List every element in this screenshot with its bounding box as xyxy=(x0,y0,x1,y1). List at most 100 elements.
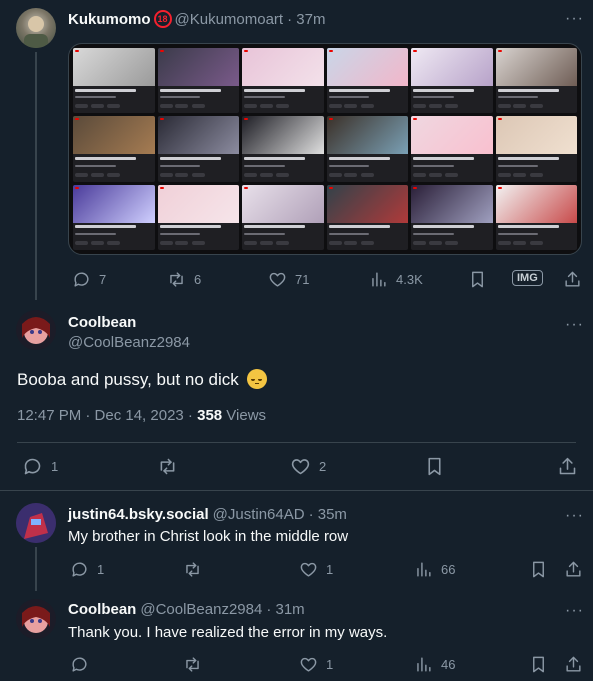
timestamp[interactable]: 12:47 PM · Dec 14, 2023 · xyxy=(17,407,197,424)
bookmark-button[interactable] xyxy=(468,270,487,289)
timestamp[interactable]: · 37m xyxy=(287,11,325,28)
tag-pill xyxy=(90,104,104,109)
stream-thumbnail xyxy=(495,48,577,114)
bookmark-button[interactable] xyxy=(424,456,445,477)
reply-text: Thank you. I have realized the error in … xyxy=(68,624,388,641)
pensive-face-emoji-icon xyxy=(246,368,267,389)
tag-pill xyxy=(413,240,427,245)
retweet-button[interactable] xyxy=(157,456,186,477)
display-name[interactable]: Kukumomo xyxy=(68,11,151,28)
thread-line xyxy=(35,547,37,591)
avatar-image xyxy=(22,606,50,633)
streamer-line xyxy=(75,96,116,99)
reply-icon xyxy=(72,562,87,577)
timestamp[interactable]: · 35m xyxy=(309,506,347,523)
handle[interactable]: @Justin64AD xyxy=(213,506,305,523)
retweet-button[interactable] xyxy=(183,560,210,579)
reply-button[interactable] xyxy=(70,655,97,674)
tag-pill xyxy=(159,172,173,177)
more-options-icon[interactable]: ··· xyxy=(565,317,584,333)
share-button[interactable] xyxy=(564,560,583,579)
streamer-line xyxy=(413,233,454,235)
reply-count: 1 xyxy=(51,459,59,474)
tag-pill xyxy=(75,104,89,109)
avatar[interactable] xyxy=(16,310,56,350)
share-button[interactable] xyxy=(557,456,578,477)
views-button[interactable]: 4.3K xyxy=(369,270,423,289)
handle[interactable]: @Kukumomoart xyxy=(175,11,284,28)
extension-button[interactable]: IMG xyxy=(512,270,543,286)
stream-title-line xyxy=(75,156,137,160)
share-button[interactable] xyxy=(564,655,583,674)
streamer-line xyxy=(328,164,370,167)
like-button[interactable]: 2 xyxy=(290,456,326,477)
bookmark-icon xyxy=(533,656,544,673)
more-options-icon[interactable]: ··· xyxy=(565,11,584,27)
more-options-icon[interactable]: ··· xyxy=(565,603,584,619)
tweet-meta: 12:47 PM · Dec 14, 2023 · 358 Views xyxy=(17,407,266,424)
share-button[interactable] xyxy=(563,270,582,289)
timestamp[interactable]: · 31m xyxy=(266,601,304,618)
views-button[interactable]: 46 xyxy=(414,655,455,674)
reply-justin64[interactable]: justin64.bsky.social @Justin64AD · 35m ·… xyxy=(0,491,593,591)
stream-title-line xyxy=(413,156,475,160)
streamer-line xyxy=(497,96,539,99)
live-badge xyxy=(497,50,502,52)
stream-thumbnail xyxy=(495,184,577,250)
thumbnail-art xyxy=(495,116,577,155)
more-options-icon[interactable]: ··· xyxy=(565,508,584,524)
media-image[interactable] xyxy=(68,43,582,255)
bookmark-button[interactable] xyxy=(529,655,548,674)
tweet-kukumomo[interactable]: Kukumomo 18 @Kukumomoart · 37m ··· 7 6 7… xyxy=(0,0,593,300)
display-name[interactable]: Coolbean xyxy=(68,601,136,618)
avatar[interactable] xyxy=(16,8,56,48)
thumbnail-art xyxy=(157,116,239,155)
display-name[interactable]: Coolbean xyxy=(68,314,136,331)
tag-pill xyxy=(175,172,189,177)
stream-thumbnail xyxy=(326,48,408,114)
heart-icon xyxy=(291,459,310,475)
bookmark-button[interactable] xyxy=(529,560,548,579)
retweet-icon xyxy=(170,272,183,287)
avatar[interactable] xyxy=(16,503,56,543)
reply-button[interactable]: 7 xyxy=(72,270,106,289)
tag-pill xyxy=(529,104,543,109)
tweet-header: Kukumomo 18 @Kukumomoart · 37m xyxy=(68,10,325,28)
tag-pill xyxy=(328,240,342,245)
tag-pill xyxy=(445,104,459,109)
avatar[interactable] xyxy=(16,599,56,639)
stream-thumbnail xyxy=(73,116,155,182)
stream-title-line xyxy=(244,156,306,160)
live-badge xyxy=(75,186,79,189)
tweet-coolbean-main[interactable]: Coolbean @CoolBeanz2984 ··· Booba and pu… xyxy=(0,300,593,490)
tag-pill xyxy=(529,240,543,245)
reply-button[interactable]: 1 xyxy=(22,456,58,477)
streamer-line xyxy=(159,233,201,235)
retweet-button[interactable] xyxy=(183,655,210,674)
reply-coolbean[interactable]: Coolbean @CoolBeanz2984 · 31m ··· Thank … xyxy=(0,591,593,681)
tag-pill xyxy=(159,104,173,109)
display-name[interactable]: justin64.bsky.social xyxy=(68,506,209,523)
retweet-button[interactable]: 6 xyxy=(167,270,201,289)
stream-title-line xyxy=(413,225,475,229)
live-badge xyxy=(328,50,333,52)
img-extension-badge: IMG xyxy=(512,270,543,286)
like-button[interactable]: 1 xyxy=(299,560,333,579)
handle[interactable]: @CoolBeanz2984 xyxy=(68,334,190,351)
stream-title-line xyxy=(328,225,390,229)
stream-thumbnail xyxy=(242,184,324,250)
views-count: 358 xyxy=(197,407,223,424)
reply-button[interactable]: 1 xyxy=(70,560,104,579)
like-button[interactable]: 71 xyxy=(268,270,309,289)
thumbnail-art xyxy=(157,48,239,86)
avatar-image xyxy=(16,503,56,543)
tag-pill xyxy=(413,104,427,109)
handle[interactable]: @CoolBeanz2984 xyxy=(140,601,262,618)
analytics-icon xyxy=(417,657,431,672)
like-button[interactable]: 1 xyxy=(299,655,333,674)
live-badge xyxy=(413,50,417,52)
thumbnail-art xyxy=(242,116,324,155)
stream-title-line xyxy=(159,88,221,92)
like-count: 71 xyxy=(295,272,310,287)
views-button[interactable]: 66 xyxy=(414,560,455,579)
